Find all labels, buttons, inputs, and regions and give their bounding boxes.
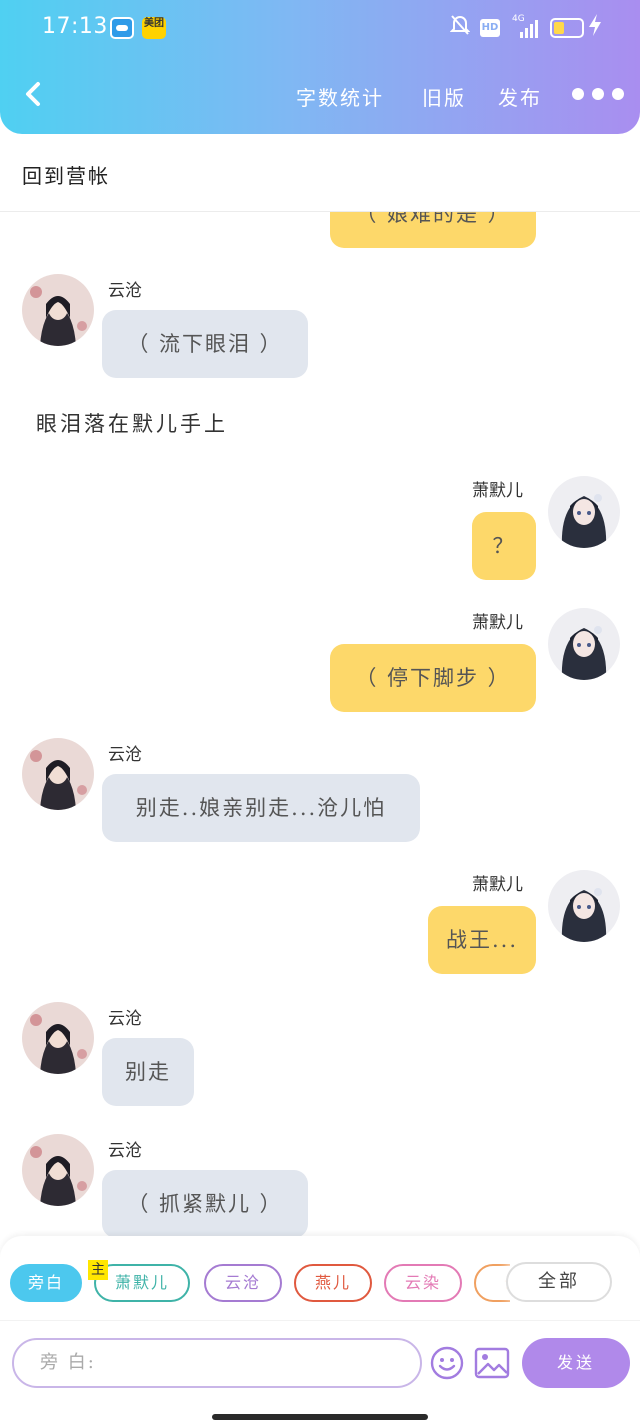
signal-icon: 4G (512, 14, 540, 40)
character-chip-yaner[interactable]: 燕儿 (294, 1264, 372, 1302)
character-chip-yunran[interactable]: 云染 (384, 1264, 462, 1302)
sender-name: 云沧 (108, 1141, 142, 1161)
old-version-button[interactable]: 旧版 (422, 82, 466, 111)
message-bubble[interactable]: （ 抓紧默儿 ） (102, 1170, 308, 1236)
character-chip-partial[interactable]: 云 (474, 1264, 510, 1302)
sender-name: 萧默儿 (472, 613, 523, 633)
avatar-yuncang[interactable] (22, 1134, 94, 1206)
sender-name: 云沧 (108, 1009, 142, 1029)
message-bubble[interactable]: （ 娘难的是 ） (330, 212, 536, 248)
signal-label: 4G (512, 14, 525, 24)
avatar-xiaomoer[interactable] (548, 870, 620, 942)
all-characters-button[interactable]: 全部 (506, 1262, 612, 1302)
send-button[interactable]: 发送 (522, 1338, 630, 1388)
narration-text[interactable]: 眼泪落在默儿手上 (36, 408, 228, 438)
charging-icon (588, 14, 602, 41)
message-bubble[interactable]: （ 停下脚步 ） (330, 644, 536, 712)
avatar-yuncang[interactable] (22, 738, 94, 810)
avatar-yuncang[interactable] (22, 1002, 94, 1074)
sender-name: 云沧 (108, 281, 142, 301)
status-bar: 17:13 美团 HD 4G (0, 0, 640, 56)
chevron-left-icon[interactable] (18, 76, 50, 112)
character-chip-narrator[interactable]: 旁白 (10, 1264, 82, 1302)
sender-name: 萧默儿 (472, 481, 523, 501)
nav-bar: 字数统计 旧版 发布 (0, 70, 640, 120)
chat-area[interactable]: （ 娘难的是 ） 云沧 （ 流下眼泪 ） 眼泪落在默儿手上 萧默儿 ？ 萧默儿 … (0, 212, 640, 1236)
message-input[interactable]: 旁 白: (12, 1338, 422, 1388)
mute-bell-icon (449, 14, 471, 41)
word-count-button[interactable]: 字数统计 (296, 82, 384, 111)
message-bubble[interactable]: ？ (472, 512, 536, 580)
divider (0, 1320, 640, 1321)
battery-icon (550, 18, 584, 38)
character-chip-yuncang[interactable]: 云沧 (204, 1264, 282, 1302)
meituan-app-icon: 美团 (142, 17, 166, 39)
avatar-xiaomoer[interactable] (548, 476, 620, 548)
main-role-badge: 主 (88, 1260, 108, 1280)
message-bubble[interactable]: （ 流下眼泪 ） (102, 310, 308, 378)
battery-level (554, 22, 565, 34)
image-icon[interactable] (474, 1346, 510, 1380)
avatar-yuncang[interactable] (22, 274, 94, 346)
message-bubble[interactable]: 别走 (102, 1038, 194, 1106)
status-time: 17:13 (42, 14, 108, 39)
composer-panel: 旁白 萧默儿 云沧 燕儿 云染 云 主 全部 旁 白: 发送 (0, 1236, 640, 1422)
more-dots-icon[interactable] (572, 88, 626, 102)
hd-icon: HD (480, 19, 500, 37)
return-to-camp-label[interactable]: 回到营帐 (22, 160, 110, 189)
sender-name: 云沧 (108, 745, 142, 765)
sender-name: 萧默儿 (472, 875, 523, 895)
character-chip-xiaomoer[interactable]: 萧默儿 (94, 1264, 190, 1302)
emoji-icon[interactable] (430, 1346, 464, 1380)
publish-button[interactable]: 发布 (498, 82, 542, 111)
return-to-camp-bar[interactable]: 回到营帐 (0, 134, 640, 212)
character-selector: 旁白 萧默儿 云沧 燕儿 云染 云 (10, 1264, 510, 1304)
message-bubble[interactable]: 战王... (428, 906, 536, 974)
app-header: 17:13 美团 HD 4G 字数统计 旧版 发布 (0, 0, 640, 134)
message-bubble[interactable]: 别走..娘亲别走...沧儿怕 (102, 774, 420, 842)
home-indicator (212, 1414, 428, 1420)
avatar-xiaomoer[interactable] (548, 608, 620, 680)
notification-app-icon (110, 17, 134, 39)
